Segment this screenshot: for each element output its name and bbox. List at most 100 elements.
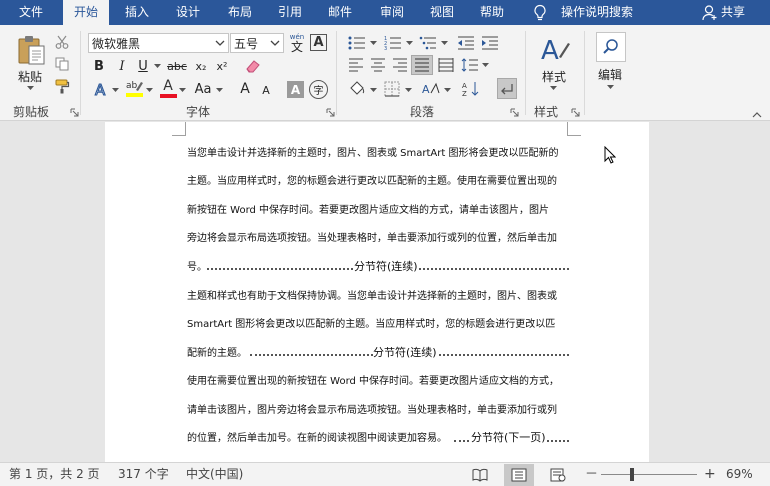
page-count[interactable]: 第 1 页，共 2 页 [9,463,100,486]
styles-dropdown-icon[interactable] [550,86,557,91]
zoom-slider-thumb[interactable] [630,468,635,481]
text-effects-button[interactable]: A [91,79,111,99]
print-layout-button[interactable] [504,464,534,486]
tab-mailings[interactable]: 邮件 [318,0,362,25]
tab-design[interactable]: 设计 [166,0,210,25]
multilevel-list-button[interactable] [417,34,439,52]
document-line[interactable]: 旁边将会显示布局选项按钮。当处理表格时，单击要添加行或列的位置，然后单击加 [187,232,557,246]
clipboard-launcher-icon[interactable] [70,108,79,117]
justify-button[interactable] [411,55,433,75]
zoom-in-button[interactable]: + [704,463,716,486]
document-line[interactable]: 当您单击设计并选择新的主题时，图片、图表或 SmartArt 图形将会更改以匹配… [187,147,558,161]
document-line[interactable]: 请单击该图片，图片旁边将会显示布局选项按钮。当处理表格时，单击要添加行或列 [187,404,557,418]
sort-button[interactable]: A Z [460,79,482,99]
document-line[interactable]: 配新的主题。 [187,347,247,361]
chevron-down-icon[interactable] [214,37,226,49]
tab-help[interactable]: 帮助 [470,0,514,25]
format-painter-button[interactable] [54,78,70,94]
zoom-slider-track[interactable] [601,474,697,475]
editing-button[interactable] [596,32,626,62]
distributed-button[interactable] [436,56,456,74]
change-case-button[interactable]: Aa [192,79,214,99]
document-line[interactable]: 使用在需要位置出现的新按钮在 Word 中保存时间。若要更改图片适应文档的方式， [187,375,559,389]
paste-button[interactable] [14,33,48,67]
paste-dropdown-icon[interactable] [27,86,34,91]
bold-button[interactable]: B [91,57,107,75]
line-spacing-button[interactable] [460,56,480,74]
read-mode-button[interactable] [465,464,495,486]
tab-view[interactable]: 视图 [420,0,464,25]
font-name-combo[interactable]: 微软雅黑 [88,33,229,53]
person-icon [702,5,717,21]
underline-dropdown-icon[interactable] [154,64,161,69]
line-spacing-dropdown-icon[interactable] [482,63,489,68]
document-line[interactable]: 主题和样式也有助于文档保持协调。当您单击设计并选择新的主题时，图片、图表或 [187,290,557,304]
highlight-dropdown-icon[interactable] [146,88,153,93]
zoom-out-button[interactable]: － [585,463,598,486]
tab-insert[interactable]: 插入 [115,0,159,25]
numbering-dropdown-icon[interactable] [406,41,413,46]
decrease-indent-button[interactable] [456,34,476,52]
font-launcher-icon[interactable] [326,108,335,117]
zoom-percent[interactable]: 69% [726,463,753,486]
cut-button[interactable] [54,34,70,50]
character-shading-button[interactable]: A [287,81,304,98]
tab-review[interactable]: 审阅 [370,0,414,25]
borders-dropdown-icon[interactable] [405,88,412,93]
align-right-button[interactable] [390,56,410,74]
chinese-layout-dropdown-icon[interactable] [444,88,451,93]
document-line[interactable]: 的位置，然后单击加号。在新的阅读视图中阅读更加容易。 [187,432,447,446]
chevron-down-icon[interactable] [269,37,281,49]
italic-button[interactable]: I [114,57,130,75]
bullets-button[interactable] [346,34,368,52]
strikethrough-button[interactable]: abc [166,57,188,75]
font-color-dropdown-icon[interactable] [179,88,186,93]
language-indicator[interactable]: 中文(中国) [186,463,243,486]
show-hide-marks-button[interactable] [497,78,517,99]
phonetic-guide-button[interactable]: wén 文 [287,31,307,55]
align-left-button[interactable] [346,56,366,74]
character-border-button[interactable]: A [310,34,327,51]
highlight-button[interactable]: ab [124,77,144,99]
text-effects-dropdown-icon[interactable] [112,88,119,93]
document-line[interactable]: SmartArt 图形将会更改以匹配新的主题。当应用样式时，您的标题会进行更改以… [187,318,555,332]
underline-button[interactable]: U [135,57,151,75]
document-line[interactable]: 号。 [187,261,207,275]
paragraph-launcher-icon[interactable] [510,108,519,117]
chinese-layout-button[interactable]: A [420,79,442,99]
font-color-button[interactable]: A [159,77,177,99]
clear-formatting-button[interactable] [243,57,263,75]
document-line[interactable]: 主题。当应用样式时，您的标题会进行更改以匹配新的主题。使用在需要位置出现的 [187,175,557,189]
svg-text:A: A [462,82,467,90]
change-case-dropdown-icon[interactable] [216,88,223,93]
tab-layout[interactable]: 布局 [218,0,262,25]
increase-indent-button[interactable] [480,34,500,52]
styles-launcher-icon[interactable] [571,108,580,117]
grow-font-button[interactable]: A [236,79,254,99]
tab-file[interactable]: 文件 [6,0,56,25]
shading-dropdown-icon[interactable] [370,88,377,93]
subscript-button[interactable]: x₂ [192,57,210,75]
collapse-ribbon-icon[interactable] [752,112,762,118]
borders-icon [384,81,400,97]
document-line[interactable]: 新按钮在 Word 中保存时间。若要更改图片适应文档的方式，请单击该图片，图片 [187,204,549,218]
align-center-icon [371,58,385,72]
multilevel-dropdown-icon[interactable] [441,41,448,46]
bullets-dropdown-icon[interactable] [370,41,377,46]
enclose-characters-button[interactable]: 字 [309,80,328,99]
font-size-combo[interactable]: 五号 [230,33,284,53]
borders-button[interactable] [381,79,403,99]
superscript-button[interactable]: x² [213,57,231,75]
copy-button[interactable] [54,56,70,72]
editing-label: 编辑 [598,68,623,82]
align-center-button[interactable] [368,56,388,74]
tab-home[interactable]: 开始 [63,0,109,26]
styles-button[interactable]: A [538,32,572,66]
web-layout-button[interactable] [543,464,573,486]
shrink-font-button[interactable]: A [258,81,274,99]
tab-references[interactable]: 引用 [268,0,312,25]
editing-dropdown-icon[interactable] [607,85,614,90]
numbering-button[interactable]: 1 2 3 [382,34,404,52]
shading-button[interactable] [346,79,368,99]
word-count[interactable]: 317 个字 [118,463,169,486]
